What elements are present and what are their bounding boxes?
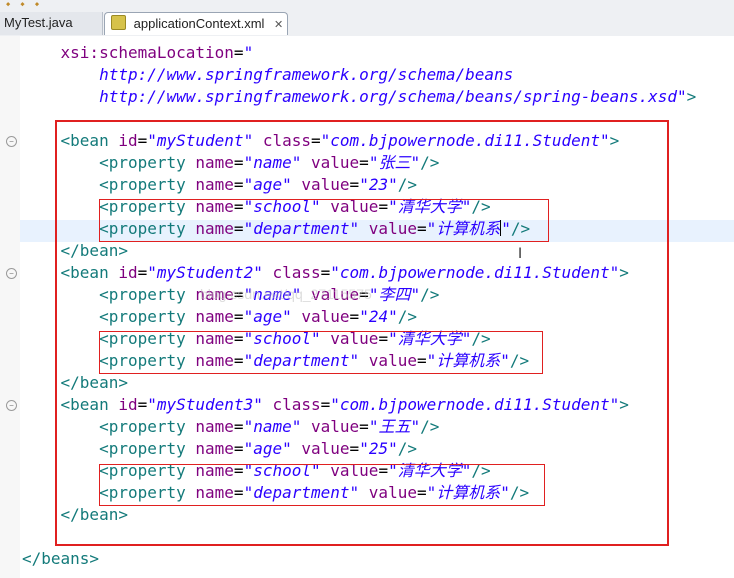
code-token: = bbox=[233, 43, 244, 62]
code-token: > bbox=[686, 87, 697, 106]
close-icon[interactable]: ✕ bbox=[274, 19, 283, 31]
code-token: " bbox=[243, 43, 254, 62]
code-line: http://www.springframework.org/schema/be… bbox=[22, 64, 513, 86]
tab-label: applicationContext.xml bbox=[133, 16, 265, 31]
xml-file-icon bbox=[111, 15, 126, 30]
watermark: blog.csdn.net/qq_27115575 bbox=[200, 286, 372, 302]
code-token: </beans> bbox=[22, 549, 100, 568]
annotation-box-school-department bbox=[99, 464, 545, 506]
editor-ruler: − − − bbox=[0, 36, 20, 578]
code-editor[interactable]: − − − xsi:schemaLocation=" http://www.sp… bbox=[0, 36, 734, 578]
editor-tab-bar: ◆ ◆ ◆ MyTest.java applicationContext.xml… bbox=[0, 0, 734, 37]
code-line: http://www.springframework.org/schema/be… bbox=[22, 86, 696, 108]
fold-toggle-icon[interactable]: − bbox=[6, 268, 17, 279]
code-token: xsi:schemaLocation bbox=[60, 43, 234, 62]
annotation-box-school-department bbox=[99, 331, 543, 374]
fold-toggle-icon[interactable]: − bbox=[6, 136, 17, 147]
code-token: http://www.springframework.org/schema/be… bbox=[99, 87, 687, 106]
annotation-box-school-department bbox=[99, 199, 549, 242]
toolbar-icons: ◆ ◆ ◆ bbox=[6, 0, 43, 8]
fold-toggle-icon[interactable]: − bbox=[6, 400, 17, 411]
tab-application-context-xml[interactable]: applicationContext.xml ✕ bbox=[104, 12, 288, 35]
code-line: </beans> bbox=[22, 548, 99, 570]
code-line: xsi:schemaLocation=" bbox=[22, 42, 254, 64]
tab-label: MyTest.java bbox=[4, 15, 73, 30]
code-token: http://www.springframework.org/schema/be… bbox=[99, 65, 514, 84]
tab-mytest-java[interactable]: MyTest.java bbox=[0, 12, 103, 35]
text-cursor-icon: I bbox=[518, 246, 523, 262]
